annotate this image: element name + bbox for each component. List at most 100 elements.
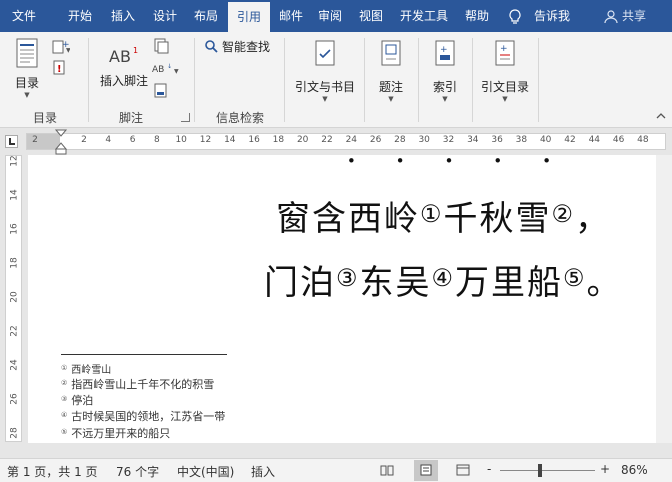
ruler-tick-label: 2	[81, 135, 87, 145]
toc-button[interactable]: 目录 ▼	[8, 38, 46, 99]
captions-button[interactable]: 题注 ▼	[372, 40, 410, 103]
footnote-ref-2[interactable]: ②	[552, 200, 576, 228]
table-of-authorities-button[interactable]: + 引文目录 ▼	[478, 40, 532, 103]
vertical-ruler[interactable]: 12 14 16 18 20 22 24 26 28	[5, 155, 22, 442]
poem-punct: ，	[575, 199, 612, 239]
footnote-item[interactable]: ⑤ 不远万里开来的船只	[61, 425, 170, 441]
index-icon: +	[435, 40, 455, 66]
ruler-tick-label: 48	[637, 135, 649, 145]
footnote-mark: ③	[61, 395, 68, 403]
poem-text: 窗含西岭	[276, 199, 420, 239]
vruler-tick-label: 24	[9, 359, 20, 371]
svg-text:AB: AB	[152, 65, 164, 75]
zoom-slider-track[interactable]	[500, 470, 595, 471]
footnote-ref-5[interactable]: ⑤	[563, 264, 587, 292]
index-button[interactable]: + 索引 ▼	[426, 40, 464, 103]
poem-text: 门泊	[264, 263, 336, 303]
chevron-down-icon: ▼	[502, 95, 508, 103]
tab-design[interactable]: 设计	[145, 0, 185, 32]
tab-layout[interactable]: 布局	[186, 0, 226, 32]
footnote-ref-4[interactable]: ④	[432, 264, 456, 292]
group-label-research: 信息检索	[216, 111, 265, 125]
zoom-out-button[interactable]: -	[487, 462, 491, 476]
smart-lookup-button[interactable]: 智能查找	[204, 38, 278, 56]
tab-references[interactable]: 引用	[228, 2, 270, 32]
word-count[interactable]: 76 个字	[116, 463, 159, 480]
language-indicator[interactable]: 中文(中国)	[177, 463, 234, 480]
read-mode-icon[interactable]	[380, 464, 394, 476]
tab-review[interactable]: 审阅	[310, 0, 350, 32]
zoom-in-button[interactable]: +	[600, 462, 610, 476]
tab-file[interactable]: 文件	[4, 0, 44, 32]
web-layout-icon[interactable]	[456, 464, 470, 476]
horizontal-ruler[interactable]: 2 2 4 6 8 10 12 14 16 18 20 22 24 26 28 30 32 34 36 38 40 42 4…	[0, 128, 672, 155]
footnote-ref-3[interactable]: ③	[336, 264, 360, 292]
ruler-tick-label: 12	[199, 135, 212, 145]
citations-bibliography-button[interactable]: 引文与书目 ▼	[292, 40, 358, 103]
dialog-launcher-icon[interactable]	[181, 113, 190, 122]
citation-icon	[315, 40, 335, 66]
group-label-footnotes: 脚注	[119, 111, 144, 125]
lightbulb-icon	[509, 9, 521, 24]
footnote-item[interactable]: ② 指西岭雪山上千年不化的积雪	[61, 376, 214, 392]
insert-mode[interactable]: 插入	[251, 463, 275, 480]
footnote-item[interactable]: ④ 古时候吴国的领地，江苏省一带	[61, 408, 225, 424]
chevron-down-icon: ▼	[322, 95, 328, 103]
ruler-tick-label: 34	[467, 135, 479, 145]
poem-punct: 。	[586, 263, 623, 303]
search-icon	[205, 40, 218, 53]
tab-mailings[interactable]: 邮件	[271, 0, 311, 32]
insert-endnote-icon[interactable]	[153, 38, 169, 54]
indent-marker-icon[interactable]	[55, 129, 67, 155]
collapse-ribbon-icon[interactable]	[656, 112, 666, 120]
footnote-item[interactable]: ③ 停泊	[61, 392, 93, 408]
ruler-tick-label: 30	[418, 135, 430, 145]
print-layout-icon[interactable]	[419, 464, 433, 476]
vertical-scrollbar[interactable]	[656, 155, 672, 443]
document-page[interactable]: · · · · · 窗含西岭①千秋雪②， 门泊③东吴④万里船⑤。 ① 西岭雪山 ②…	[28, 155, 656, 443]
ribbon: 目录 ▼ + ▼ ! 目录 AB 1 插入脚注 AB ↓ ▼ 脚注 智能查找 信…	[0, 32, 672, 128]
ruler-tick-label: 10	[175, 135, 187, 145]
ruler-tick-label: 22	[321, 135, 333, 145]
table-of-contents-icon	[16, 38, 38, 68]
tab-help[interactable]: 帮助	[457, 0, 497, 32]
next-footnote-icon[interactable]: AB ↓ ▼	[152, 62, 180, 76]
ruler-tick-label: 42	[564, 135, 576, 145]
insert-footnote-label: 插入脚注	[99, 74, 148, 88]
caption-icon	[381, 40, 401, 66]
group-separator	[364, 38, 365, 122]
footnote-item[interactable]: ① 西岭雪山	[61, 361, 111, 376]
svg-text:AB: AB	[109, 47, 131, 66]
group-label-toc: 目录	[33, 111, 58, 125]
insert-footnote-button[interactable]: AB 1 插入脚注	[98, 44, 150, 94]
add-text-icon[interactable]: + ▼	[52, 40, 70, 54]
footnote-text: 指西岭雪山上千年不化的积雪	[71, 378, 215, 391]
tab-developer[interactable]: 开发工具	[394, 0, 454, 32]
citations-label: 引文与书目	[294, 80, 355, 94]
group-separator	[88, 38, 89, 122]
page-count[interactable]: 第 1 页，共 1 页	[7, 463, 98, 480]
footnote-mark: ⑤	[61, 428, 68, 436]
footnote-ab-icon: AB 1	[109, 46, 138, 66]
poem-line-clipped: · · · · ·	[346, 155, 554, 182]
tab-home[interactable]: 开始	[60, 0, 100, 32]
tab-view[interactable]: 视图	[351, 0, 391, 32]
tab-insert[interactable]: 插入	[103, 0, 143, 32]
zoom-level[interactable]: 86%	[621, 463, 648, 477]
tab-stop-selector[interactable]	[5, 135, 18, 148]
footnote-separator	[61, 354, 227, 355]
update-table-icon[interactable]: !	[53, 60, 67, 76]
poem-text: 东吴	[359, 263, 432, 303]
ruler-tick-label: 24	[345, 135, 358, 145]
footnote-text: 停泊	[71, 394, 94, 407]
ruler-tick-label: 2	[32, 135, 38, 145]
show-notes-icon[interactable]	[154, 83, 168, 99]
zoom-slider-thumb[interactable]	[538, 464, 542, 477]
index-label: 索引	[432, 80, 457, 94]
group-separator	[472, 38, 473, 122]
smart-lookup-label: 智能查找	[222, 40, 271, 54]
group-separator	[418, 38, 419, 122]
ruler-tick-label: 14	[224, 135, 236, 145]
footnote-ref-1[interactable]: ①	[420, 200, 444, 228]
ruler-tick-label: 28	[394, 135, 406, 145]
